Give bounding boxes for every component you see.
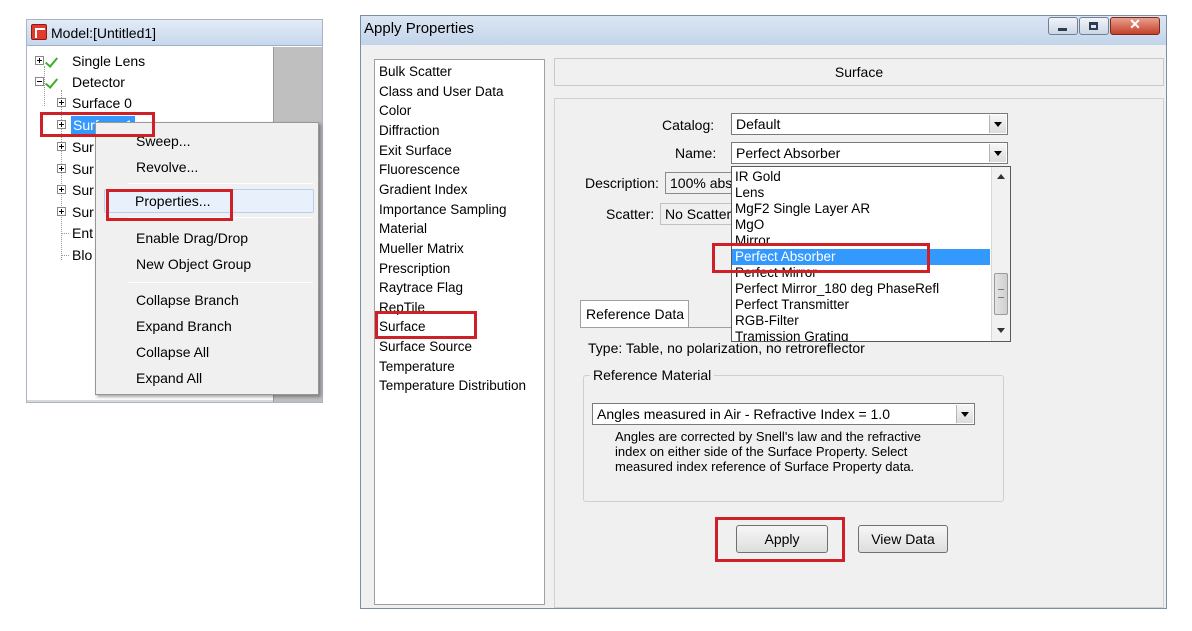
expand-icon[interactable] [57, 164, 66, 173]
scroll-thumb[interactable] [994, 273, 1008, 315]
tree-node-label: Sur [72, 139, 94, 155]
model-icon [31, 24, 47, 40]
property-item[interactable]: Surface Source [379, 337, 472, 356]
catalog-select[interactable]: Default [731, 113, 1008, 135]
tree-node-label: Single Lens [72, 53, 146, 69]
property-item[interactable]: Material [379, 219, 427, 238]
context-menu: Sweep... Revolve... Enable Drag/Drop New… [95, 122, 319, 395]
property-item[interactable]: Prescription [379, 259, 450, 278]
tab-reference-data[interactable]: Reference Data [580, 300, 689, 327]
name-select[interactable]: Perfect Absorber [731, 142, 1008, 164]
chevron-down-icon[interactable] [956, 405, 973, 423]
property-item[interactable]: Color [379, 101, 411, 120]
description-label: Description: [585, 175, 659, 191]
property-item[interactable]: Temperature Distribution [379, 376, 526, 395]
check-icon [44, 54, 59, 68]
tree-node-label: Blo [72, 247, 93, 263]
model-tree-titlebar: Model:[Untitled1] [27, 20, 322, 46]
dropdown-option[interactable]: MgF2 Single Layer AR [735, 201, 870, 217]
dialog-title: Apply Properties [364, 20, 475, 37]
tree-node-label: Ent [72, 225, 94, 241]
dropdown-scrollbar[interactable] [991, 167, 1010, 341]
view-data-button[interactable]: View Data [858, 525, 948, 553]
scatter-field[interactable]: No Scatter [660, 203, 735, 225]
scatter-label: Scatter: [606, 206, 655, 222]
description-value: 100% abs [670, 175, 733, 191]
check-icon [44, 75, 59, 89]
minimize-icon [1058, 28, 1067, 31]
minimize-button[interactable] [1048, 17, 1078, 35]
menu-item-collapse-all[interactable]: Collapse All [136, 341, 209, 363]
property-item[interactable]: Importance Sampling [379, 200, 507, 219]
menu-item-collapse-branch[interactable]: Collapse Branch [136, 289, 239, 311]
reference-material-description: Angles are corrected by Snell's law and … [615, 429, 921, 474]
menu-item-revolve[interactable]: Revolve... [136, 156, 198, 178]
model-tree-title: Model:[Untitled1] [51, 25, 157, 41]
catalog-value: Default [736, 116, 781, 132]
tree-node-label: Detector [72, 74, 125, 90]
property-item[interactable]: Fluorescence [379, 160, 460, 179]
tree-node-label: Sur [72, 182, 94, 198]
menu-item-expand-all[interactable]: Expand All [136, 367, 202, 389]
dialog-titlebar: Apply Properties ✕ [361, 16, 1166, 45]
expand-icon[interactable] [57, 142, 66, 151]
property-item[interactable]: Diffraction [379, 121, 440, 140]
annotation-box-surface-1 [40, 112, 155, 137]
expand-icon[interactable] [57, 185, 66, 194]
close-button[interactable]: ✕ [1110, 16, 1160, 35]
menu-item-expand-branch[interactable]: Expand Branch [136, 315, 232, 337]
reference-material-select[interactable]: Angles measured in Air - Refractive Inde… [592, 403, 975, 425]
annotation-box-properties [106, 189, 233, 221]
chevron-down-icon[interactable] [989, 115, 1006, 133]
tree-node-label: Sur [72, 204, 94, 220]
property-item[interactable]: Mueller Matrix [379, 239, 464, 258]
expand-icon[interactable] [35, 56, 44, 65]
dropdown-option[interactable]: RGB-Filter [735, 313, 799, 329]
maximize-button[interactable] [1079, 17, 1109, 35]
property-item[interactable]: Gradient Index [379, 180, 468, 199]
menu-item-new-object-group[interactable]: New Object Group [136, 253, 251, 275]
tree-node-label: Sur [72, 161, 94, 177]
annotation-box-apply [715, 517, 845, 562]
name-label: Name: [675, 145, 717, 161]
scroll-up-icon[interactable] [992, 169, 1010, 185]
catalog-label: Catalog: [662, 117, 715, 133]
property-item[interactable]: Exit Surface [379, 141, 452, 160]
dropdown-option[interactable]: Perfect Mirror_180 deg PhaseRefl [735, 281, 939, 297]
reference-material-label: Reference Material [590, 367, 715, 383]
dropdown-option[interactable]: IR Gold [735, 169, 781, 185]
chevron-down-icon[interactable] [989, 144, 1006, 162]
property-item[interactable]: Temperature [379, 357, 455, 376]
tree-node-label: Surface 0 [72, 95, 132, 111]
dropdown-option[interactable]: Perfect Transmitter [735, 297, 849, 313]
reference-type-text: Type: Table, no polarization, no retrore… [588, 340, 865, 356]
dropdown-option[interactable]: Lens [735, 185, 764, 201]
collapse-icon[interactable] [35, 77, 44, 86]
name-value: Perfect Absorber [736, 145, 841, 161]
expand-icon[interactable] [57, 98, 66, 107]
scatter-value: No Scatter [665, 206, 732, 222]
dropdown-option[interactable]: Tramission Grating [735, 329, 849, 341]
expand-icon[interactable] [57, 207, 66, 216]
scroll-down-icon[interactable] [992, 323, 1010, 339]
annotation-box-perfect-absorber [712, 243, 930, 273]
property-item[interactable]: Bulk Scatter [379, 62, 452, 81]
property-item[interactable]: Raytrace Flag [379, 278, 463, 297]
tab-label: Reference Data [586, 306, 685, 322]
tree-horizontal-scrollbar[interactable] [27, 400, 273, 402]
menu-item-enable-drag-drop[interactable]: Enable Drag/Drop [136, 227, 248, 249]
close-icon: ✕ [1129, 16, 1141, 32]
surface-header: Surface [554, 58, 1164, 86]
reference-material-value: Angles measured in Air - Refractive Inde… [597, 406, 890, 422]
annotation-box-surface-property [375, 311, 477, 339]
property-item[interactable]: Class and User Data [379, 82, 504, 101]
dropdown-option[interactable]: MgO [735, 217, 764, 233]
maximize-icon [1089, 22, 1098, 30]
description-field[interactable]: 100% abs [665, 172, 735, 194]
